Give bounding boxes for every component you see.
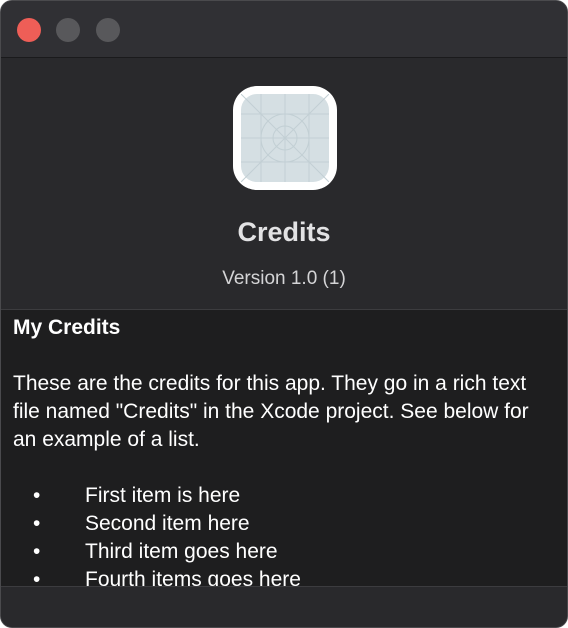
list-item-text: First item is here xyxy=(85,484,241,507)
bullet: • xyxy=(33,540,41,563)
credits-heading: My Credits xyxy=(13,316,121,339)
credits-content: My Credits These are the credits for thi… xyxy=(13,314,557,587)
list-item: • Third item goes here xyxy=(13,538,557,566)
credits-list: • First item is here • Second item here … xyxy=(13,482,557,587)
credits-paragraph: These are the credits for this app. They… xyxy=(13,372,529,451)
about-window: Credits Version 1.0 (1) My Credits These… xyxy=(0,0,568,628)
list-item-text: Fourth items goes here xyxy=(85,568,301,587)
close-button[interactable] xyxy=(17,18,41,42)
app-version: Version 1.0 (1) xyxy=(222,268,346,289)
bullet: • xyxy=(33,484,41,507)
bullet: • xyxy=(33,512,41,535)
list-item: • First item is here xyxy=(13,482,557,510)
app-icon-placeholder-graphic xyxy=(241,94,329,182)
list-item: • Fourth items goes here xyxy=(13,566,557,587)
list-item: • Second item here xyxy=(13,510,557,538)
minimize-button[interactable] xyxy=(56,18,80,42)
list-item-text: Second item here xyxy=(85,512,250,535)
title-bar[interactable] xyxy=(1,1,567,58)
window-footer xyxy=(1,587,567,627)
app-name: Credits xyxy=(237,217,331,247)
list-item-text: Third item goes here xyxy=(85,540,278,563)
app-icon xyxy=(233,86,337,190)
zoom-button[interactable] xyxy=(96,18,120,42)
credits-text-view[interactable]: My Credits These are the credits for thi… xyxy=(1,309,567,587)
bullet: • xyxy=(33,568,41,587)
